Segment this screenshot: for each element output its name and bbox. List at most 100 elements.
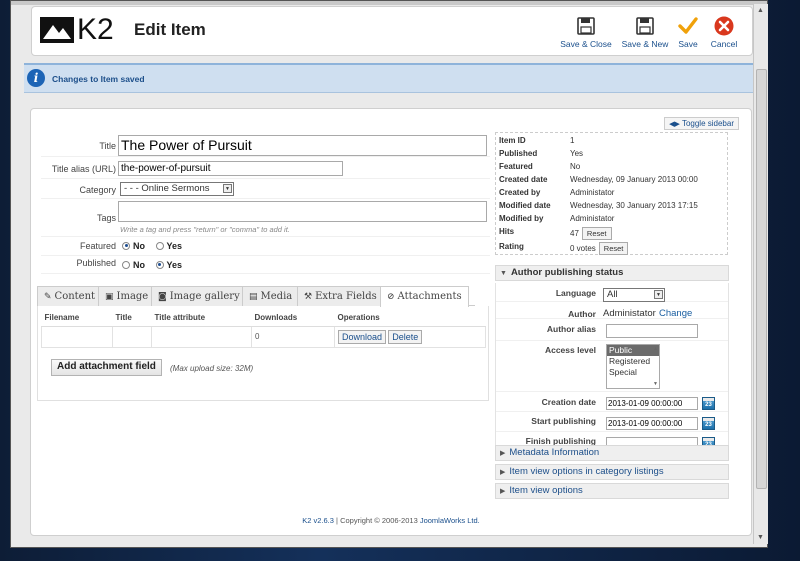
tab-attachments[interactable]: ⊘ Attachments bbox=[380, 286, 469, 307]
access-option[interactable]: Special bbox=[607, 367, 659, 378]
operations-cell: Download Delete bbox=[334, 325, 486, 348]
start-publishing-row: Start publishing 2013-01-09 00:00:00 23 bbox=[496, 413, 728, 432]
category-select[interactable]: - - - Online Sermons ▼ bbox=[120, 182, 234, 196]
tab-image[interactable]: ▣ Image bbox=[98, 286, 156, 306]
rating-value: 0 votes bbox=[570, 244, 596, 253]
tab-attachments-label: Attachments bbox=[397, 291, 462, 302]
save-label: Save bbox=[678, 39, 698, 49]
author-alias-input[interactable] bbox=[606, 324, 698, 338]
save-close-button[interactable]: Save & Close bbox=[559, 16, 613, 49]
access-option[interactable]: Registered bbox=[607, 356, 659, 367]
published-yes-option[interactable]: Yes bbox=[155, 260, 183, 270]
scroll-up-icon[interactable]: ▲ bbox=[757, 7, 764, 14]
title-input[interactable]: The Power of Pursuit bbox=[118, 135, 487, 156]
k2-logo: K2 bbox=[40, 15, 114, 45]
metadata-section-title: Metadata Information bbox=[509, 447, 600, 458]
access-level-listbox[interactable]: Public Registered Special ▲ ▼ bbox=[606, 344, 660, 389]
language-row: Language All ▼ bbox=[496, 283, 728, 302]
tab-extra-fields-label: Extra Fields bbox=[315, 291, 377, 302]
item-view-options-title: Item view options bbox=[509, 485, 583, 496]
chevron-down-icon: ▼ bbox=[654, 290, 663, 299]
meta-key: Featured bbox=[499, 162, 533, 171]
author-value: Administator bbox=[603, 308, 656, 319]
published-no-option[interactable]: No bbox=[122, 260, 145, 270]
joomlaworks-link[interactable]: JoomlaWorks Ltd. bbox=[420, 516, 480, 525]
col-filename: Filename bbox=[41, 309, 113, 327]
tags-input[interactable] bbox=[118, 201, 487, 222]
toggle-sidebar-label: Toggle sidebar bbox=[681, 119, 734, 128]
item-form-panel: ◀▶ Toggle sidebar Title The Power of Pur… bbox=[30, 108, 752, 536]
published-yes-label: Yes bbox=[166, 260, 183, 270]
toggle-sidebar-button[interactable]: ◀▶ Toggle sidebar bbox=[664, 117, 739, 130]
alias-label: Title alias (URL) bbox=[51, 164, 116, 174]
calendar-icon[interactable]: 23 bbox=[702, 397, 715, 410]
vertical-scrollbar[interactable]: ▲ ▼ bbox=[753, 4, 768, 544]
tags-hint: Write a tag and press "return" or "comma… bbox=[120, 225, 290, 234]
author-alias-label: Author alias bbox=[546, 324, 596, 334]
info-icon: i bbox=[27, 69, 45, 87]
add-attachment-button[interactable]: Add attachment field bbox=[51, 359, 162, 376]
save-button[interactable]: Save bbox=[675, 16, 701, 49]
access-level-label: Access level bbox=[544, 345, 596, 355]
author-publishing-title: Author publishing status bbox=[510, 267, 624, 278]
hits-value-wrap: 47 Reset bbox=[570, 227, 612, 240]
category-listing-options-header[interactable]: ▶ Item view options in category listings bbox=[495, 464, 729, 480]
reset-hits-button[interactable]: Reset bbox=[581, 227, 612, 240]
item-tabs: ✎ Content ▣ Image ◙ Image gallery ▤ Media ⚒ E… bbox=[37, 286, 475, 307]
checkmark-icon bbox=[678, 17, 698, 34]
featured-no-option[interactable]: No bbox=[122, 241, 145, 251]
floppy-icon bbox=[636, 17, 654, 35]
tab-media[interactable]: ▤ Media bbox=[242, 286, 300, 306]
tab-image-gallery[interactable]: ◙ Image gallery bbox=[151, 286, 247, 306]
scroll-up-icon[interactable]: ▲ bbox=[653, 346, 658, 352]
k2-version-link[interactable]: K2 v2.6.3 bbox=[302, 516, 334, 525]
tab-content[interactable]: ✎ Content bbox=[37, 286, 103, 306]
radio-icon bbox=[122, 260, 130, 269]
reset-rating-button[interactable]: Reset bbox=[598, 242, 629, 255]
metadata-section-header[interactable]: ▶ Metadata Information bbox=[495, 445, 729, 461]
save-new-button[interactable]: Save & New bbox=[619, 16, 671, 49]
item-view-options-header[interactable]: ▶ Item view options bbox=[495, 483, 729, 499]
language-select[interactable]: All ▼ bbox=[603, 288, 665, 302]
scroll-down-icon[interactable]: ▼ bbox=[757, 534, 764, 541]
tab-content-label: Content bbox=[54, 291, 96, 302]
author-publishing-header[interactable]: ▼ Author publishing status bbox=[495, 265, 729, 281]
image-icon: ▣ bbox=[105, 292, 114, 302]
category-listing-options-title: Item view options in category listings bbox=[509, 466, 664, 477]
scroll-down-icon[interactable]: ▼ bbox=[653, 381, 658, 387]
alias-input[interactable]: the-power-of-pursuit bbox=[118, 161, 343, 176]
scrollbar-thumb[interactable] bbox=[756, 69, 767, 489]
language-label: Language bbox=[555, 288, 596, 298]
featured-yes-option[interactable]: Yes bbox=[155, 241, 182, 251]
triangle-right-icon: ▶ bbox=[500, 450, 506, 457]
change-author-link[interactable]: Change bbox=[659, 308, 692, 319]
tab-extra-fields[interactable]: ⚒ Extra Fields bbox=[297, 286, 384, 306]
meta-value: Yes bbox=[570, 149, 584, 158]
start-publishing-label: Start publishing bbox=[531, 416, 596, 426]
page-footer: K2 v2.6.3 | Copyright © 2006-2013 Joomla… bbox=[31, 516, 751, 525]
download-button[interactable]: Download bbox=[338, 329, 387, 344]
cancel-button[interactable]: Cancel bbox=[709, 16, 739, 49]
meta-key: Modified date bbox=[499, 201, 551, 210]
calendar-icon[interactable]: 23 bbox=[702, 417, 715, 430]
access-option[interactable]: Public bbox=[607, 345, 659, 356]
delete-button[interactable]: Delete bbox=[388, 329, 423, 344]
copyright-text: | Copyright © 2006-2013 bbox=[336, 516, 418, 525]
title-cell bbox=[112, 325, 152, 348]
browser-window: K2 Edit Item Save & Close Save & New Sav… bbox=[10, 0, 768, 548]
save-new-label: Save & New bbox=[621, 39, 669, 49]
item-meta-info: Item ID 1 Published Yes Featured No Crea… bbox=[495, 132, 728, 255]
radio-selected-icon bbox=[155, 260, 164, 269]
triangle-right-icon: ▶ bbox=[500, 488, 506, 495]
max-upload-note: (Max upload size: 32M) bbox=[170, 364, 254, 373]
published-row: Published No Yes bbox=[41, 256, 490, 274]
attachments-table: Filename Title Title attribute Downloads… bbox=[41, 309, 486, 348]
creation-date-input[interactable]: 2013-01-09 00:00:00 bbox=[606, 397, 698, 410]
start-publishing-input[interactable]: 2013-01-09 00:00:00 bbox=[606, 417, 698, 430]
radio-icon bbox=[155, 241, 164, 250]
author-label: Author bbox=[568, 309, 596, 319]
title-row: Title The Power of Pursuit bbox=[41, 133, 490, 157]
col-downloads: Downloads bbox=[251, 309, 335, 327]
tab-image-label: Image bbox=[116, 291, 149, 302]
cancel-icon bbox=[714, 16, 734, 36]
